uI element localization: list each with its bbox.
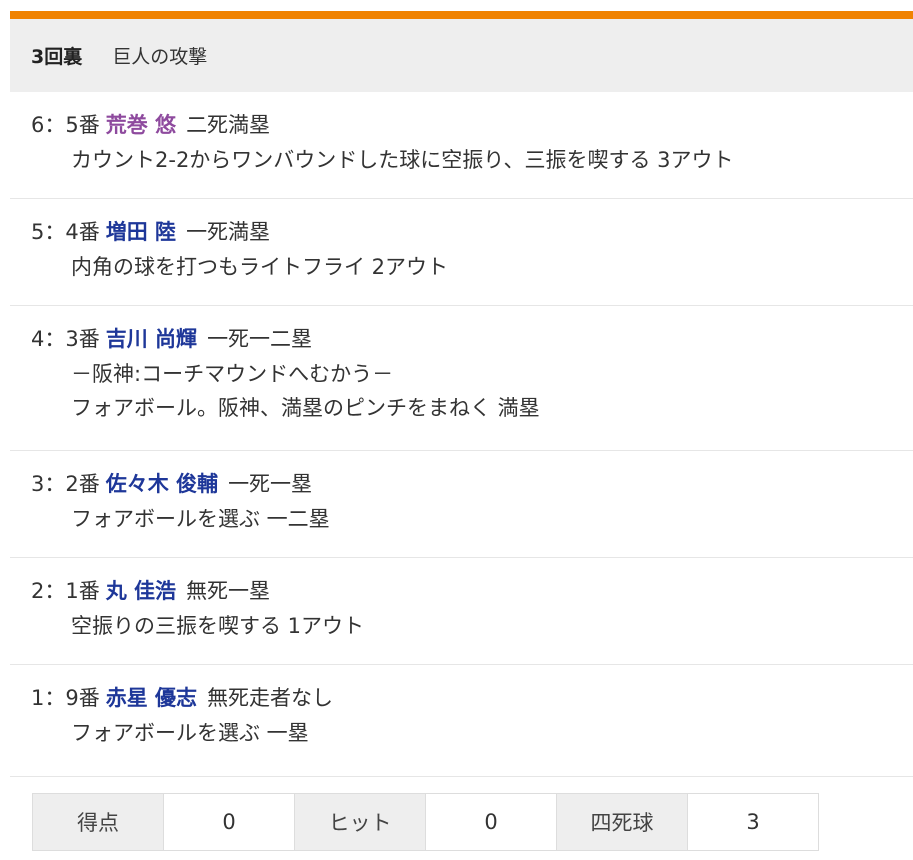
play-description: フォアボールを選ぶ 一塁 bbox=[71, 716, 913, 750]
batter-link[interactable]: 吉川 尚輝 bbox=[106, 327, 197, 351]
batter-link[interactable]: 佐々木 俊輔 bbox=[106, 472, 218, 496]
play-description: カウント2-2からワンバウンドした球に空振り、三振を喫する 3アウト bbox=[71, 143, 913, 177]
description-line: カウント2-2からワンバウンドした球に空振り、三振を喫する 3アウト bbox=[71, 148, 734, 172]
walks-value: 3 bbox=[687, 793, 819, 851]
runner-situation: 一死一塁 bbox=[228, 472, 313, 496]
play-number: 6 bbox=[31, 113, 45, 137]
batting-order: 4番 bbox=[65, 220, 100, 244]
hits-value: 0 bbox=[425, 793, 557, 851]
play-number: 5 bbox=[31, 220, 45, 244]
batting-order: 2番 bbox=[65, 472, 100, 496]
batting-order: 5番 bbox=[65, 113, 100, 137]
inning-header: 3回裏 巨人の攻撃 bbox=[10, 19, 913, 92]
runner-situation: 無死走者なし bbox=[207, 686, 334, 710]
play-description: フォアボールを選ぶ 一二塁 bbox=[71, 502, 913, 536]
description-line: 内角の球を打つもライトフライ 2アウト bbox=[71, 255, 449, 279]
play-description: －阪神:コーチマウンドへむかう－ フォアボール。阪神、満塁のピンチをまねく 満塁 bbox=[71, 357, 913, 425]
batter-link[interactable]: 荒巻 悠 bbox=[106, 113, 176, 137]
runner-situation: 一死満塁 bbox=[186, 220, 271, 244]
batting-order: 3番 bbox=[65, 327, 100, 351]
description-line: フォアボールを選ぶ 一塁 bbox=[71, 721, 309, 745]
attacking-team: 巨人の攻撃 bbox=[112, 46, 208, 68]
play-number: 4 bbox=[31, 327, 45, 351]
play-separator: ： bbox=[44, 472, 66, 496]
play-separator: ： bbox=[44, 686, 66, 710]
runs-value: 0 bbox=[163, 793, 295, 851]
batter-link[interactable]: 赤星 優志 bbox=[106, 686, 197, 710]
play-item: 3：2番 佐々木 俊輔 一死一塁 フォアボールを選ぶ 一二塁 bbox=[10, 451, 913, 558]
batter-link[interactable]: 丸 佳浩 bbox=[106, 579, 176, 603]
play-description: 空振りの三振を喫する 1アウト bbox=[71, 609, 913, 643]
hits-label: ヒット bbox=[294, 793, 426, 851]
play-separator: ： bbox=[44, 220, 66, 244]
play-separator: ： bbox=[44, 579, 66, 603]
runner-situation: 無死一塁 bbox=[186, 579, 271, 603]
inning-summary-table: 得点 0 ヒット 0 四死球 3 bbox=[32, 793, 819, 851]
batter-link[interactable]: 増田 陸 bbox=[106, 220, 176, 244]
walks-label: 四死球 bbox=[556, 793, 688, 851]
play-separator: ： bbox=[44, 327, 66, 351]
play-item: 2：1番丸 佳浩 無死一塁 空振りの三振を喫する 1アウト bbox=[10, 558, 913, 665]
play-separator: ： bbox=[44, 113, 66, 137]
batting-order: 1番 bbox=[65, 579, 100, 603]
inning-number: 3回裏 bbox=[31, 46, 83, 68]
description-line: 空振りの三振を喫する 1アウト bbox=[71, 614, 365, 638]
play-item: 5：4番 増田 陸一死満塁 内角の球を打つもライトフライ 2アウト bbox=[10, 199, 913, 306]
play-list: 6：5番 荒巻 悠二死満塁 カウント2-2からワンバウンドした球に空振り、三振を喫… bbox=[10, 92, 913, 777]
runner-situation: 一死一二塁 bbox=[207, 327, 313, 351]
description-line: フォアボール。阪神、満塁のピンチをまねく 満塁 bbox=[71, 396, 540, 420]
play-item: 6：5番 荒巻 悠二死満塁 カウント2-2からワンバウンドした球に空振り、三振を喫… bbox=[10, 92, 913, 199]
runner-situation: 二死満塁 bbox=[186, 113, 271, 137]
play-number: 3 bbox=[31, 472, 45, 496]
play-description: 内角の球を打つもライトフライ 2アウト bbox=[71, 250, 913, 284]
description-line: フォアボールを選ぶ 一二塁 bbox=[71, 507, 330, 531]
play-number: 2 bbox=[31, 579, 45, 603]
description-line: －阪神:コーチマウンドへむかう－ bbox=[71, 362, 394, 386]
inning-panel: 3回裏 巨人の攻撃 6：5番 荒巻 悠二死満塁 カウント2-2からワンバウンドした… bbox=[0, 0, 913, 860]
play-item: 4：3番 吉川 尚輝 一死一二塁 －阪神:コーチマウンドへむかう－ フォアボール。阪… bbox=[10, 306, 913, 451]
accent-bar bbox=[10, 11, 913, 19]
batting-order: 9番 bbox=[65, 686, 100, 710]
play-number: 1 bbox=[31, 686, 45, 710]
play-item: 1：9番 赤星 優志 無死走者なし フォアボールを選ぶ 一塁 bbox=[10, 665, 913, 777]
runs-label: 得点 bbox=[32, 793, 164, 851]
